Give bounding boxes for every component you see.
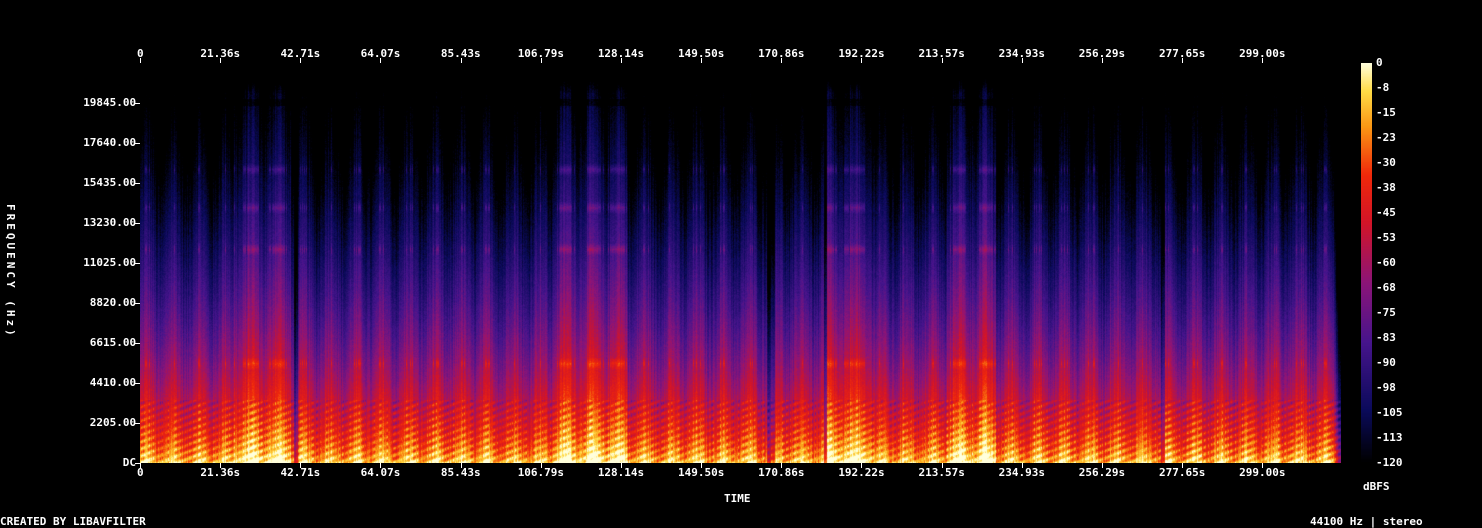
x-tick-mark (701, 58, 703, 63)
x-tick-label: 42.71s (280, 466, 321, 479)
colorbar-tick-label: -60 (1376, 256, 1396, 269)
x-tick-mark (140, 58, 141, 63)
x-tick-label: 128.14s (597, 466, 645, 479)
y-tick-label: 13230.00 (83, 216, 137, 229)
x-tick-label: 64.07s (360, 466, 401, 479)
y-tick-label: 2205.00 (89, 416, 137, 429)
x-tick-mark (1101, 463, 1103, 468)
x-tick-mark (220, 463, 222, 468)
colorbar-tick-label: -45 (1376, 206, 1396, 219)
y-tick-mark (135, 263, 140, 264)
x-tick-label: 213.57s (918, 466, 965, 479)
y-tick-label: 4410.00 (89, 376, 137, 389)
colorbar-tick-label: -23 (1376, 131, 1396, 144)
x-tick-mark (1101, 58, 1103, 63)
x-tick-mark (861, 58, 863, 63)
x-tick-mark (620, 58, 622, 63)
x-tick-mark (701, 463, 703, 468)
x-tick-label: 299.00s (1239, 466, 1286, 479)
colorbar-tick-label: -53 (1376, 231, 1396, 244)
y-tick-mark (135, 463, 140, 464)
colorbar (1361, 63, 1372, 463)
x-tick-mark (540, 463, 542, 468)
x-axis-title: TIME (724, 492, 751, 505)
y-tick-label: 11025.00 (83, 256, 137, 269)
x-tick-label: 170.86s (758, 466, 805, 479)
x-tick-label: 149.50s (677, 466, 725, 479)
y-tick-mark (135, 423, 140, 424)
y-tick-mark (135, 103, 140, 104)
x-tick-label: 277.65s (1158, 466, 1206, 479)
x-tick-mark (300, 463, 302, 468)
colorbar-tick-label: -90 (1376, 356, 1396, 369)
y-tick-label: 6615.00 (89, 336, 137, 349)
y-axis-title: FREQUENCY (Hz) (4, 204, 17, 339)
x-tick-mark (220, 58, 222, 63)
y-tick-mark (135, 383, 140, 384)
x-tick-mark (861, 463, 863, 468)
x-tick-mark (460, 58, 462, 63)
x-tick-label: 21.36s (200, 466, 241, 479)
x-tick-label: 85.43s (440, 466, 481, 479)
x-tick-mark (140, 463, 141, 468)
colorbar-tick-label: -83 (1376, 331, 1396, 344)
x-tick-mark (1182, 58, 1184, 63)
colorbar-tick-label: -15 (1376, 106, 1396, 119)
x-tick-mark (781, 58, 783, 63)
x-tick-label: 256.29s (1078, 466, 1126, 479)
y-tick-mark (135, 303, 140, 304)
y-tick-label: 17640.00 (83, 136, 137, 149)
x-tick-mark (1262, 463, 1264, 468)
colorbar-tick-label: -98 (1376, 381, 1396, 394)
footer-right-text: 44100 Hz | stereo (1310, 515, 1423, 528)
x-tick-mark (1021, 58, 1023, 63)
y-tick-mark (135, 143, 140, 144)
x-tick-mark (380, 463, 382, 468)
spectrogram-canvas (140, 63, 1341, 463)
x-tick-label: 0 (137, 466, 144, 479)
colorbar-tick-label: -105 (1376, 406, 1403, 419)
y-tick-label: 19845.00 (83, 96, 137, 109)
x-tick-label: 234.93s (998, 466, 1045, 479)
x-tick-label: 106.79s (517, 466, 565, 479)
x-tick-mark (1182, 463, 1184, 468)
colorbar-tick-label: -30 (1376, 156, 1396, 169)
x-tick-mark (300, 58, 302, 63)
x-tick-mark (1021, 463, 1023, 468)
x-tick-mark (941, 463, 943, 468)
spectrogram-plot (140, 63, 1341, 463)
x-tick-mark (781, 463, 783, 468)
colorbar-tick-label: -38 (1376, 181, 1396, 194)
colorbar-tick-label: -120 (1376, 456, 1403, 469)
colorbar-tick-label: -113 (1376, 431, 1403, 444)
x-tick-mark (380, 58, 382, 63)
colorbar-tick-label: -68 (1376, 281, 1396, 294)
y-tick-mark (135, 343, 140, 344)
y-tick-mark (135, 223, 140, 224)
x-tick-mark (540, 58, 542, 63)
x-tick-mark (1262, 58, 1264, 63)
y-tick-label: 8820.00 (89, 296, 137, 309)
colorbar-tick-label: -8 (1376, 81, 1390, 94)
x-tick-mark (941, 58, 943, 63)
x-tick-mark (620, 463, 622, 468)
colorbar-tick-label: -75 (1376, 306, 1396, 319)
footer-left-text: CREATED BY LIBAVFILTER (0, 515, 146, 528)
x-tick-label: 192.22s (838, 466, 885, 479)
x-tick-mark (460, 463, 462, 468)
colorbar-tick-label: 0 (1376, 56, 1383, 69)
y-tick-label: 15435.00 (83, 176, 137, 189)
y-axis-title-wrapper: FREQUENCY (Hz) (4, 204, 44, 344)
y-tick-mark (135, 183, 140, 184)
colorbar-label: dBFS (1363, 480, 1390, 493)
